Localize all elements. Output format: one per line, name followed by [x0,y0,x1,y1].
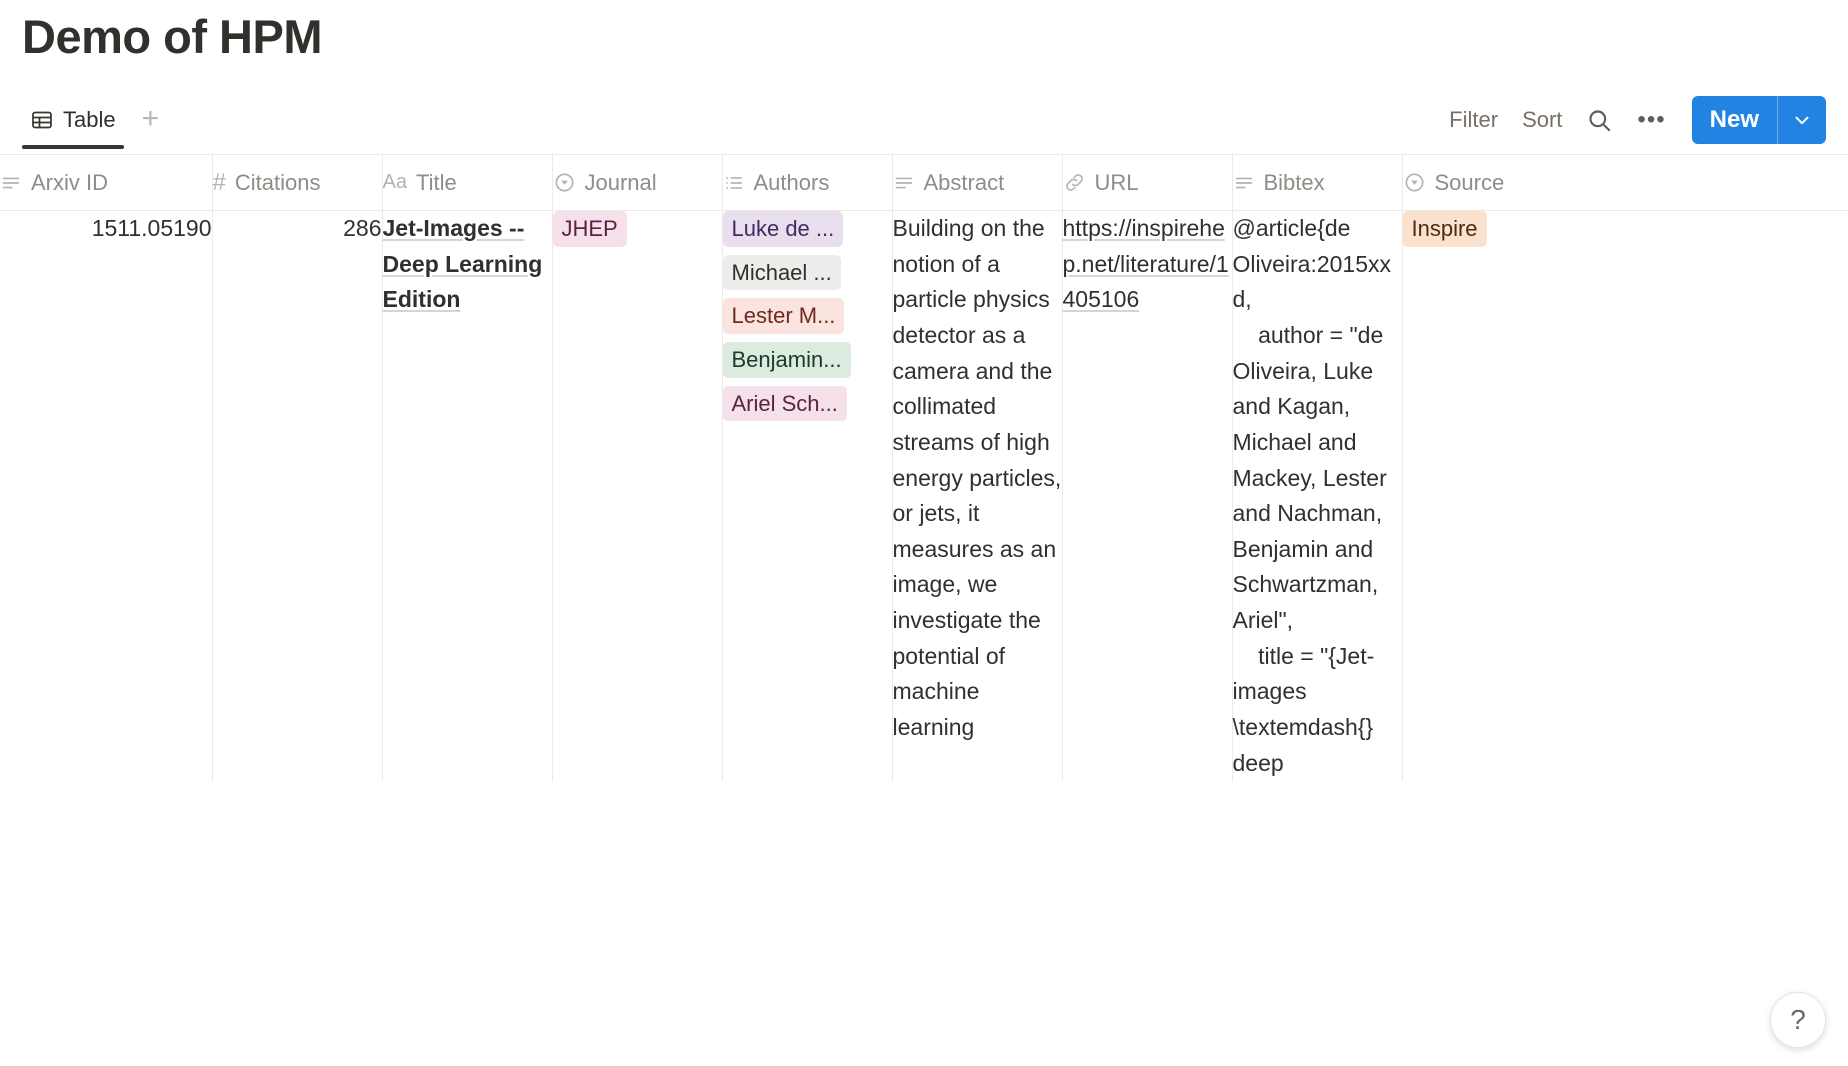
page-title: Demo of HPM [0,0,1848,64]
column-header-label: Journal [585,170,657,196]
new-button-group: New [1692,96,1826,144]
authors-tag-list: Luke de ... Michael ... Lester M... Benjami… [723,211,892,421]
column-header-label: Bibtex [1264,170,1325,196]
arxiv-id-value: 1511.05190 [0,211,212,247]
table-row[interactable]: 1511.05190 286 Jet-Images -- Deep Learni… [0,211,1848,782]
author-tag: Ariel Sch... [723,386,847,422]
column-header-arxiv-id[interactable]: Arxiv ID [0,155,212,211]
sort-button[interactable]: Sort [1510,101,1574,139]
view-tabs: Table + [22,103,171,143]
column-header-citations[interactable]: # Citations [212,155,382,211]
column-header-label: Authors [754,170,830,196]
text-property-icon [1233,172,1255,194]
new-button[interactable]: New [1692,96,1777,144]
column-header-source[interactable]: Source [1402,155,1848,211]
active-tab-underline [22,145,124,149]
author-tag: Luke de ... [723,211,844,247]
select-property-icon [1403,171,1426,194]
select-property-icon [553,171,576,194]
column-header-label: Citations [235,170,321,196]
title-value[interactable]: Jet-Images -- Deep Learning Edition [383,211,552,318]
help-button[interactable]: ? [1770,992,1826,1048]
column-header-label: Arxiv ID [31,170,108,196]
ellipsis-icon[interactable]: ••• [1625,104,1677,135]
url-value[interactable]: https://inspirehep.net/literature/140510… [1063,211,1232,318]
number-property-icon: # [213,169,226,197]
author-tag: Michael ... [723,255,841,291]
title-property-icon: Aa [383,171,407,194]
link-property-icon [1063,171,1086,194]
cell-abstract[interactable]: Building on the notion of a particle phy… [892,211,1062,782]
database-table-wrapper: Arxiv ID # Citations Aa Title [0,154,1848,781]
column-header-abstract[interactable]: Abstract [892,155,1062,211]
column-header-label: Source [1435,170,1505,196]
bibtex-value: @article{de Oliveira:2015xxd, author = "… [1233,211,1402,781]
citations-value: 286 [213,211,382,247]
database-toolbar: Table + Filter Sort ••• New [0,92,1848,154]
search-icon[interactable] [1574,101,1625,140]
toolbar-actions: Filter Sort ••• New [1437,96,1826,150]
cell-source[interactable]: Inspire [1402,211,1848,782]
author-tag: Benjamin... [723,342,851,378]
cell-journal[interactable]: JHEP [552,211,722,782]
cell-authors[interactable]: Luke de ... Michael ... Lester M... Benjami… [722,211,892,782]
table-icon [30,108,54,132]
column-header-label: Abstract [924,170,1005,196]
column-header-title[interactable]: Aa Title [382,155,552,211]
cell-url[interactable]: https://inspirehep.net/literature/140510… [1062,211,1232,782]
cell-citations[interactable]: 286 [212,211,382,782]
tab-table[interactable]: Table [22,103,124,143]
cell-title[interactable]: Jet-Images -- Deep Learning Edition [382,211,552,782]
column-header-bibtex[interactable]: Bibtex [1232,155,1402,211]
column-header-label: Title [416,170,457,196]
tab-table-label: Table [63,107,116,133]
text-property-icon [893,172,915,194]
abstract-value: Building on the notion of a particle phy… [893,211,1062,746]
notion-database-page: Demo of HPM Table + Filter Sort [0,0,1848,1066]
database-table: Arxiv ID # Citations Aa Title [0,154,1848,781]
source-tag: Inspire [1403,211,1487,247]
text-property-icon [0,172,22,194]
cell-arxiv-id[interactable]: 1511.05190 [0,211,212,782]
column-header-journal[interactable]: Journal [552,155,722,211]
table-header-row: Arxiv ID # Citations Aa Title [0,155,1848,211]
journal-tag: JHEP [553,211,627,247]
column-header-label: URL [1095,170,1139,196]
author-tag: Lester M... [723,298,845,334]
column-header-url[interactable]: URL [1062,155,1232,211]
multi-select-property-icon [723,172,745,194]
column-header-authors[interactable]: Authors [722,155,892,211]
add-view-button[interactable]: + [130,104,172,142]
chevron-down-icon[interactable] [1778,96,1826,144]
filter-button[interactable]: Filter [1437,101,1510,139]
cell-bibtex[interactable]: @article{de Oliveira:2015xxd, author = "… [1232,211,1402,782]
